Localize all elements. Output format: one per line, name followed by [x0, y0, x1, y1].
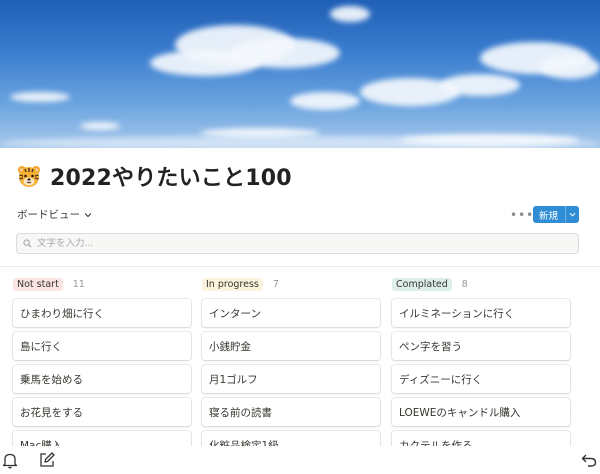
board-card[interactable]: お花見をする: [13, 398, 191, 426]
page-title: 2022やりたいこと100: [50, 166, 292, 191]
board-column-complated: Complated 8 イルミネーションに行く ペン字を習う ディズニーに行く …: [392, 276, 570, 464]
board-card[interactable]: 月1ゴルフ: [202, 365, 380, 393]
more-options-icon[interactable]: •••: [510, 208, 534, 222]
search-bar[interactable]: [16, 233, 579, 254]
board-card[interactable]: 島に行く: [13, 332, 191, 360]
board-column-not-start: Not start 11 ひまわり畑に行く 島に行く 乗馬を始める お花見をする…: [13, 276, 191, 464]
column-header: Not start 11: [13, 276, 191, 292]
status-tag[interactable]: Not start: [13, 277, 63, 291]
search-input[interactable]: [37, 238, 537, 249]
cover-image: [0, 0, 600, 148]
tiger-face-icon: [18, 166, 40, 187]
back-icon[interactable]: [580, 451, 598, 469]
column-header: In progress 7: [202, 276, 380, 292]
compose-icon[interactable]: [38, 451, 56, 469]
board-column-in-progress: In progress 7 インターン 小銭貯金 月1ゴルフ 寝る前の読書 化粧…: [202, 276, 380, 464]
board-card[interactable]: LOEWEのキャンドル購入: [392, 398, 570, 426]
view-selector[interactable]: ボードビュー: [17, 207, 92, 222]
board-card[interactable]: インターン: [202, 299, 380, 327]
card-count: 11: [72, 278, 85, 290]
new-dropdown[interactable]: [566, 211, 579, 218]
status-tag[interactable]: Complated: [392, 277, 452, 291]
card-count: 8: [461, 278, 468, 290]
column-header: Complated 8: [392, 276, 570, 292]
bell-icon[interactable]: [1, 451, 19, 469]
search-icon: [23, 239, 32, 248]
new-button[interactable]: 新規: [533, 206, 579, 223]
chevron-down-icon: [84, 212, 92, 217]
board-card[interactable]: 寝る前の読書: [202, 398, 380, 426]
board-card[interactable]: ペン字を習う: [392, 332, 570, 360]
card-count: 7: [272, 278, 279, 290]
page-title-row: 2022やりたいこと100: [16, 158, 292, 194]
bottom-toolbar: [0, 446, 600, 474]
board-card[interactable]: イルミネーションに行く: [392, 299, 570, 327]
status-tag[interactable]: In progress: [202, 277, 263, 291]
view-selector-label: ボードビュー: [17, 209, 80, 221]
board-card[interactable]: ひまわり畑に行く: [13, 299, 191, 327]
board-card[interactable]: 乗馬を始める: [13, 365, 191, 393]
board-card[interactable]: 小銭貯金: [202, 332, 380, 360]
board-card[interactable]: ディズニーに行く: [392, 365, 570, 393]
new-button-label: 新規: [539, 210, 559, 222]
chevron-down-icon: [569, 212, 576, 217]
divider: [0, 266, 600, 267]
